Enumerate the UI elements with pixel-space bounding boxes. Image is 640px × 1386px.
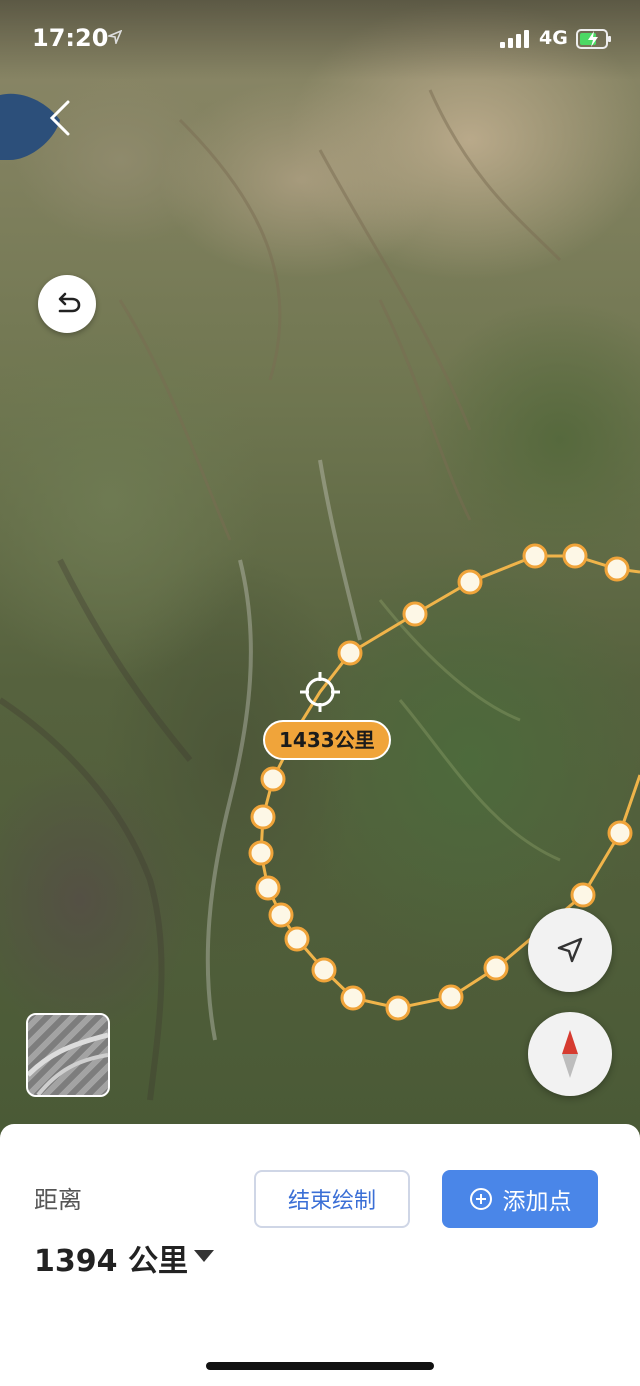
status-time: 17:20 — [32, 24, 109, 52]
route-vertex — [311, 957, 337, 983]
route-vertex — [457, 569, 483, 595]
location-arrow-icon — [108, 30, 122, 44]
route-distance-label: 1433公里 — [263, 720, 391, 760]
back-chevron-icon — [49, 100, 70, 136]
route-vertex — [570, 882, 596, 908]
compass-button[interactable] — [528, 1012, 612, 1096]
navigate-button[interactable] — [528, 908, 612, 992]
route-vertex — [607, 820, 633, 846]
network-type: 4G — [539, 27, 568, 49]
battery-charging-icon — [576, 29, 611, 49]
signal-bars-icon — [500, 30, 529, 48]
route-vertex — [255, 875, 281, 901]
distance-value: 1394 公里 — [34, 1244, 188, 1279]
end-drawing-button[interactable]: 结束绘制 — [254, 1170, 410, 1228]
map-layer-icon — [28, 1032, 108, 1095]
route-vertex — [604, 556, 630, 582]
route-vertex — [337, 640, 363, 666]
route-vertex — [250, 804, 276, 830]
route-vertex — [438, 984, 464, 1010]
route-vertex — [340, 985, 366, 1011]
unit-dropdown-caret-icon[interactable] — [194, 1250, 214, 1262]
status-bar: 17:20 4G — [0, 0, 640, 80]
route-vertex — [562, 543, 588, 569]
add-point-label: 添加点 — [502, 1189, 572, 1215]
compass-icon — [562, 1030, 578, 1078]
measure-panel: 距离 1394 公里 结束绘制 添加点 — [0, 1124, 640, 1386]
home-indicator — [206, 1362, 434, 1370]
distance-title: 距离 — [34, 1186, 82, 1214]
route-vertex — [385, 995, 411, 1021]
route-vertex — [284, 926, 310, 952]
route-vertex — [248, 840, 274, 866]
undo-button[interactable] — [38, 275, 96, 333]
route-vertex — [483, 955, 509, 981]
add-point-button[interactable]: 添加点 — [442, 1170, 598, 1228]
route-vertex — [260, 766, 286, 792]
undo-icon — [58, 292, 81, 313]
map-layer-button[interactable] — [26, 1013, 110, 1097]
plus-circle-icon — [469, 1188, 492, 1210]
route-vertex — [402, 601, 428, 627]
back-button[interactable] — [40, 98, 80, 138]
navigate-arrow-icon — [557, 937, 583, 963]
route-vertex — [522, 543, 548, 569]
route-vertex — [268, 902, 294, 928]
